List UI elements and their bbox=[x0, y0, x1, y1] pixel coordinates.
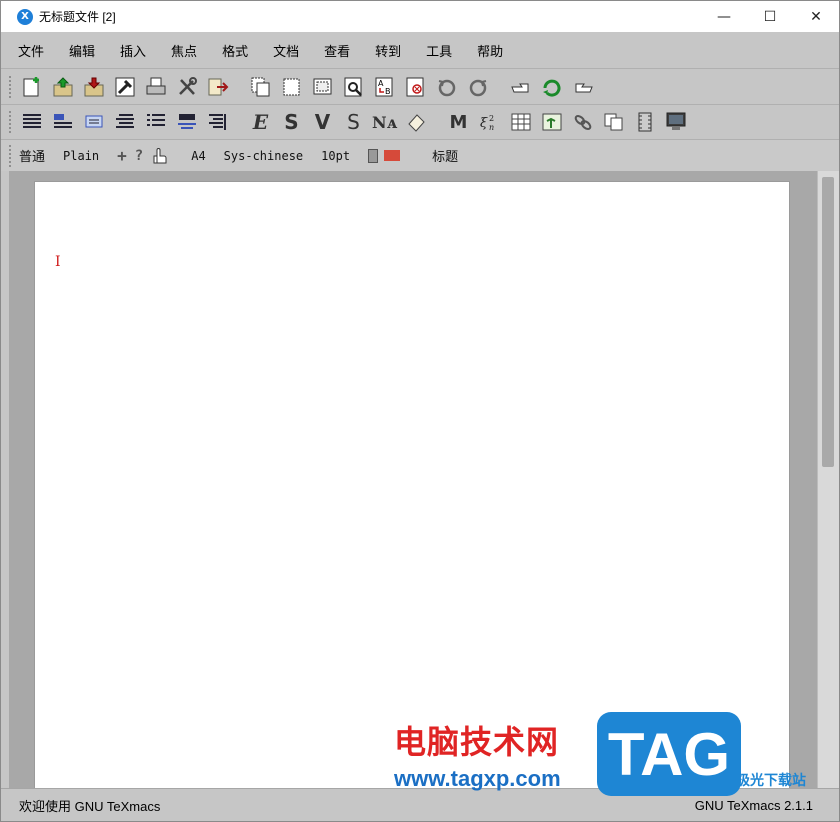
main-toolbar: AB bbox=[1, 68, 839, 104]
menu-focus[interactable]: 焦点 bbox=[171, 41, 197, 60]
vertical-scrollbar[interactable] bbox=[817, 171, 839, 788]
back-icon[interactable] bbox=[508, 74, 533, 100]
svg-text:B: B bbox=[385, 87, 391, 96]
page-layout-icon[interactable] bbox=[368, 148, 379, 163]
menu-go[interactable]: 转到 bbox=[375, 41, 401, 60]
duplicate-icon[interactable] bbox=[601, 109, 626, 135]
svg-text:2: 2 bbox=[489, 114, 494, 123]
font-size-selector[interactable]: 10pt bbox=[321, 149, 350, 163]
text-cursor: I bbox=[55, 254, 61, 270]
refresh-icon[interactable] bbox=[539, 74, 564, 100]
texmacs-app-icon: X bbox=[17, 8, 33, 25]
menu-format[interactable]: 格式 bbox=[222, 41, 248, 60]
watermark-site: 极光下载站 bbox=[736, 773, 806, 789]
font-selector[interactable]: Plain bbox=[63, 149, 99, 163]
macro-icon[interactable]: M bbox=[446, 109, 471, 135]
image-icon[interactable] bbox=[539, 109, 564, 135]
status-version: GNU TeXmacs 2.1.1 bbox=[694, 797, 813, 813]
paper-size-selector[interactable]: A4 bbox=[191, 149, 205, 163]
open-icon[interactable] bbox=[50, 74, 75, 100]
paragraph-icon[interactable] bbox=[174, 109, 199, 135]
new-document-icon[interactable] bbox=[19, 74, 44, 100]
align-left-icon[interactable] bbox=[19, 109, 44, 135]
computer-icon[interactable] bbox=[663, 109, 688, 135]
toolbar-grip[interactable] bbox=[9, 144, 13, 167]
svg-text:A: A bbox=[378, 79, 384, 88]
mode-toolbar: 普通 Plain + ? A4 Sys-chinese 10pt 标题 bbox=[1, 139, 839, 171]
style-selector[interactable]: 普通 bbox=[19, 146, 45, 165]
emphasize-button[interactable]: E bbox=[248, 109, 273, 135]
undo-icon[interactable] bbox=[434, 74, 459, 100]
document-page[interactable]: I bbox=[34, 181, 790, 788]
menu-view[interactable]: 查看 bbox=[324, 41, 350, 60]
language-selector[interactable]: Sys-chinese bbox=[224, 149, 303, 163]
align-justify-icon[interactable] bbox=[112, 109, 137, 135]
menu-document[interactable]: 文档 bbox=[273, 41, 299, 60]
forward-icon[interactable] bbox=[570, 74, 595, 100]
svg-text:n: n bbox=[489, 123, 494, 132]
cut-icon[interactable] bbox=[279, 74, 304, 100]
title-bar: X 无标题文件 [2] — ☐ ✕ bbox=[1, 1, 839, 32]
language-flag-icon[interactable] bbox=[384, 150, 401, 161]
align-center-icon[interactable] bbox=[81, 109, 106, 135]
menu-tools[interactable]: 工具 bbox=[426, 41, 452, 60]
align-heading-icon[interactable] bbox=[50, 109, 75, 135]
maximize-button[interactable]: ☐ bbox=[747, 1, 793, 32]
tools-icon[interactable] bbox=[174, 74, 199, 100]
export-icon[interactable] bbox=[205, 74, 230, 100]
close-button[interactable]: ✕ bbox=[793, 1, 839, 32]
animation-icon[interactable] bbox=[632, 109, 657, 135]
toolbar-grip[interactable] bbox=[9, 111, 13, 133]
menu-bar: 文件 编辑 插入 焦点 格式 文档 查看 转到 工具 帮助 bbox=[1, 32, 839, 68]
section-selector[interactable]: 标题 bbox=[432, 146, 458, 165]
watermark-text: 电脑技术网 bbox=[394, 723, 560, 761]
tag-icon[interactable] bbox=[403, 109, 428, 135]
menu-help[interactable]: 帮助 bbox=[477, 41, 503, 60]
watermark-url: www.tagxp.com bbox=[394, 766, 561, 791]
help-button[interactable]: ? bbox=[135, 148, 143, 164]
save-icon[interactable] bbox=[81, 74, 106, 100]
window-controls: — ☐ ✕ bbox=[701, 1, 839, 32]
menu-file[interactable]: 文件 bbox=[18, 41, 44, 60]
strong-button[interactable]: S bbox=[279, 109, 304, 135]
minimize-button[interactable]: — bbox=[701, 1, 747, 32]
window-title: 无标题文件 [2] bbox=[39, 10, 116, 24]
sans-serif-button[interactable]: S bbox=[341, 109, 366, 135]
build-icon[interactable] bbox=[112, 74, 137, 100]
menu-insert[interactable]: 插入 bbox=[120, 41, 146, 60]
paste-icon[interactable] bbox=[310, 74, 335, 100]
scrollbar-thumb[interactable] bbox=[822, 177, 834, 467]
table-icon[interactable] bbox=[508, 109, 533, 135]
add-package-button[interactable]: + bbox=[117, 146, 127, 165]
search-icon[interactable] bbox=[341, 74, 366, 100]
pointer-hand-icon[interactable] bbox=[151, 143, 169, 169]
redo-icon[interactable] bbox=[465, 74, 490, 100]
verbatim-button[interactable]: V bbox=[310, 109, 335, 135]
spell-check-icon[interactable] bbox=[403, 74, 428, 100]
svg-text:ξ: ξ bbox=[480, 116, 488, 131]
status-message: 欢迎使用 GNU TeXmacs bbox=[19, 798, 161, 814]
app-window: X 无标题文件 [2] — ☐ ✕ 文件 编辑 插入 焦点 格式 文档 查看 转… bbox=[0, 0, 840, 822]
list-icon[interactable] bbox=[143, 109, 168, 135]
toolbar-grip[interactable] bbox=[9, 75, 13, 98]
format-toolbar: E S V S Nᴀ M ξ2n bbox=[1, 104, 839, 139]
menu-edit[interactable]: 编辑 bbox=[69, 41, 95, 60]
align-right-icon[interactable] bbox=[205, 109, 230, 135]
link-icon[interactable] bbox=[570, 109, 595, 135]
formula-icon[interactable]: ξ2n bbox=[477, 109, 502, 135]
replace-icon[interactable]: AB bbox=[372, 74, 397, 100]
watermark-tag-logo: TAG bbox=[597, 712, 741, 796]
print-icon[interactable] bbox=[143, 74, 168, 100]
document-canvas[interactable]: I bbox=[9, 171, 817, 788]
name-button[interactable]: Nᴀ bbox=[372, 109, 397, 135]
copy-icon[interactable] bbox=[248, 74, 273, 100]
